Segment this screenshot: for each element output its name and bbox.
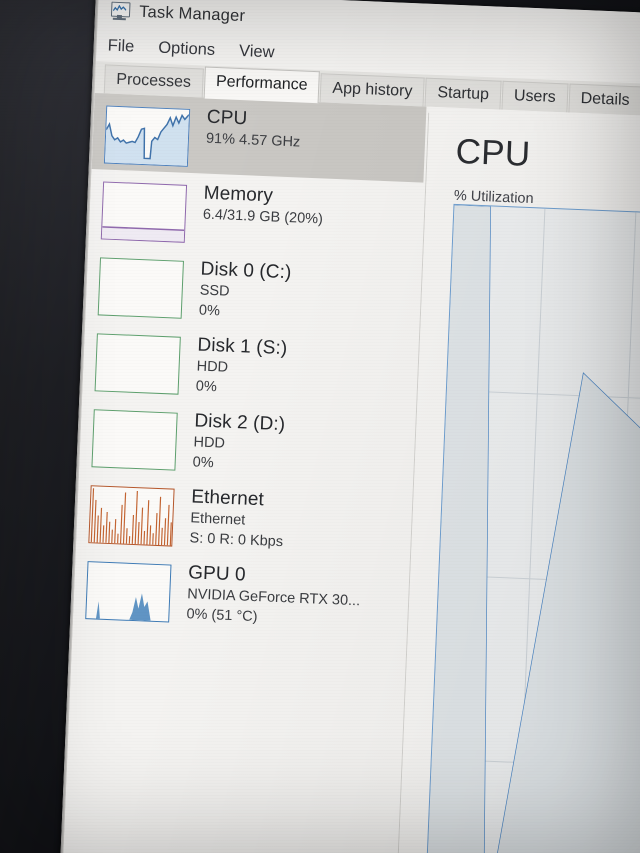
tab-performance[interactable]: Performance xyxy=(203,66,321,104)
sidebar-item-disk-1[interactable]: Disk 1 (S:) HDD 0% xyxy=(82,321,417,411)
ethernet-text-block: Ethernet Ethernet S: 0 R: 0 Kbps xyxy=(189,485,285,551)
sidebar-item-title: Disk 2 (D:) xyxy=(193,410,286,436)
sidebar-item-sub2: S: 0 R: 0 Kbps xyxy=(189,530,284,551)
tab-users[interactable]: Users xyxy=(501,80,569,114)
sidebar-item-sub2: 0% xyxy=(192,454,214,472)
page-title: CPU xyxy=(454,131,532,174)
tab-startup[interactable]: Startup xyxy=(424,77,502,111)
cpu-detail-panel: CPU % Utilization xyxy=(396,106,640,853)
disk-1-mini-graph-icon xyxy=(94,333,181,395)
ethernet-mini-graph-icon xyxy=(88,485,175,547)
gpu-0-mini-graph-icon xyxy=(85,561,172,623)
sidebar-item-sub1: HDD xyxy=(193,434,226,452)
memory-mini-graph-icon xyxy=(100,181,188,243)
menu-item-file[interactable]: File xyxy=(107,37,134,57)
cpu-mini-graph-icon xyxy=(103,105,191,167)
sidebar-item-sub1: 6.4/31.9 GB (20%) xyxy=(202,206,324,228)
menu-item-options[interactable]: Options xyxy=(158,39,216,60)
sidebar-item-sub2: 0% xyxy=(195,378,218,396)
cpu-utilization-graph xyxy=(423,203,640,853)
cpu-text-block: CPU 91% 4.57 GHz xyxy=(206,106,302,152)
sidebar-item-ethernet[interactable]: Ethernet Ethernet S: 0 R: 0 Kbps xyxy=(76,473,411,563)
sidebar-item-title: Disk 1 (S:) xyxy=(197,334,288,360)
content-area: CPU 91% 4.57 GHz Memory 6.4/31.9 GB (20%… xyxy=(62,93,640,853)
sidebar-item-sub1: 91% 4.57 GHz xyxy=(205,130,301,151)
resource-list: CPU 91% 4.57 GHz Memory 6.4/31.9 GB (20%… xyxy=(62,93,427,853)
window-title: Task Manager xyxy=(138,2,246,25)
menu-item-view[interactable]: View xyxy=(239,42,275,62)
sidebar-item-title: Disk 0 (C:) xyxy=(200,258,292,284)
sidebar-item-title: CPU xyxy=(206,106,248,130)
sidebar-item-disk-0[interactable]: Disk 0 (C:) SSD 0% xyxy=(85,245,420,335)
disk-1-text-block: Disk 1 (S:) HDD 0% xyxy=(195,333,287,399)
sidebar-item-sub1: Ethernet xyxy=(190,510,246,529)
sidebar-item-disk-2[interactable]: Disk 2 (D:) HDD 0% xyxy=(79,397,414,487)
disk-2-mini-graph-icon xyxy=(91,409,178,471)
task-manager-icon xyxy=(109,1,131,21)
task-manager-window-wrapper: Task Manager File Options View Processes… xyxy=(59,0,640,853)
tab-details[interactable]: Details xyxy=(568,83,640,117)
gpu-0-text-block: GPU 0 NVIDIA GeForce RTX 30... 0% (51 °C… xyxy=(186,561,361,631)
sidebar-item-sub2: 0% xyxy=(198,302,221,320)
sidebar-item-sub1: HDD xyxy=(196,358,229,376)
sidebar-item-sub1: SSD xyxy=(199,282,230,300)
cpu-graph-plot xyxy=(424,204,640,853)
screenshot-stage: Task Manager File Options View Processes… xyxy=(0,0,640,853)
disk-0-text-block: Disk 0 (C:) SSD 0% xyxy=(199,258,292,324)
sidebar-item-memory[interactable]: Memory 6.4/31.9 GB (20%) xyxy=(89,169,424,259)
sidebar-item-cpu[interactable]: CPU 91% 4.57 GHz xyxy=(91,93,427,183)
disk-0-mini-graph-icon xyxy=(97,257,184,319)
sidebar-item-gpu-0[interactable]: GPU 0 NVIDIA GeForce RTX 30... 0% (51 °C… xyxy=(73,549,408,639)
sidebar-item-title: Ethernet xyxy=(190,486,265,511)
disk-2-text-block: Disk 2 (D:) HDD 0% xyxy=(192,409,285,475)
sidebar-item-title: Memory xyxy=(203,182,274,207)
task-manager-window: Task Manager File Options View Processes… xyxy=(59,0,640,853)
memory-text-block: Memory 6.4/31.9 GB (20%) xyxy=(202,182,324,229)
